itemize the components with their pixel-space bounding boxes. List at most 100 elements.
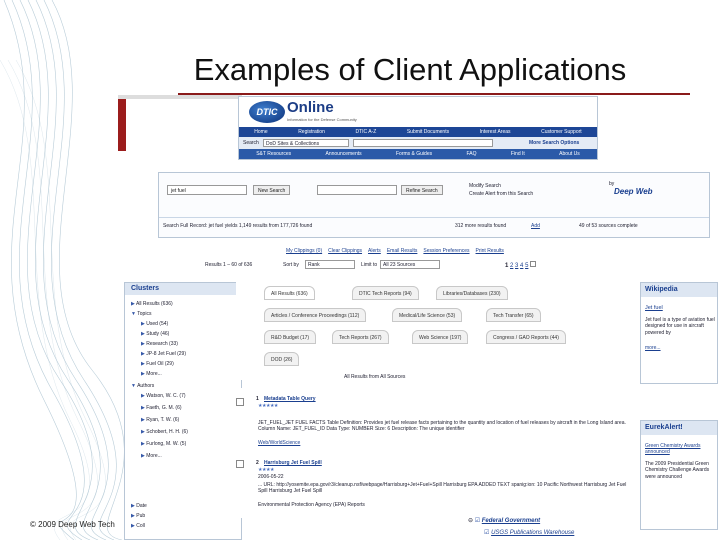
subnav-st-resources[interactable]: S&T Resources: [256, 151, 291, 157]
sort-select[interactable]: Rank: [305, 260, 355, 269]
dtic-search-input[interactable]: [353, 139, 493, 147]
dtic-search-select[interactable]: DoD Sites & Collections: [263, 139, 349, 147]
copyright-notice: © 2009 Deep Web Tech: [30, 520, 115, 529]
nav-interest-areas[interactable]: Interest Areas: [480, 129, 511, 135]
coll-cluster[interactable]: ▶ Coll: [131, 523, 145, 529]
tab-medical-life-science[interactable]: Medical/Life Science (53): [392, 308, 463, 322]
subnav-faq[interactable]: FAQ: [467, 151, 477, 157]
query-input[interactable]: jet fuel: [167, 185, 247, 195]
author-item[interactable]: ▶ Faeth, G. M. (6): [141, 405, 182, 411]
tab-rd-budget[interactable]: R&D Budget (17): [264, 330, 317, 344]
dtic-tagline: Information for the Defense Community: [287, 117, 357, 122]
nav-customer-support[interactable]: Customer Support: [541, 129, 582, 135]
page-4[interactable]: 4: [520, 263, 523, 269]
topic-item[interactable]: ▶ Study (46): [141, 331, 169, 337]
dtic-more-options-link[interactable]: More Search Options: [529, 140, 579, 146]
my-clippings-link[interactable]: My Clippings (0): [286, 248, 322, 254]
author-item[interactable]: ▶ Furlong, M. W. (5): [141, 441, 186, 447]
cluster-expand-icon: ▶: [131, 513, 135, 519]
wikipedia-article-link[interactable]: Jet fuel: [645, 305, 663, 312]
add-sources-link[interactable]: Add: [531, 223, 540, 229]
session-preferences-link[interactable]: Session Preferences: [423, 248, 469, 254]
nav-home[interactable]: Home: [254, 129, 267, 135]
result-snippet: ... URL: http://yosemite.epa.gov/r3/clea…: [258, 482, 627, 495]
deepweb-divider: [159, 217, 709, 218]
federal-government-row[interactable]: ⊖ ☑ Federal Government: [468, 518, 540, 526]
eurekalert-article-link[interactable]: Green Chemistry Awards announced: [645, 443, 715, 456]
email-results-link[interactable]: Email Results: [387, 248, 418, 254]
dtic-logo[interactable]: DTIC: [249, 101, 285, 123]
cluster-collapse-icon: ▼: [131, 311, 136, 317]
tab-dtic-tech-reports[interactable]: DTIC Tech Reports (94): [352, 286, 419, 300]
author-item[interactable]: ▶ Ryan, T. W. (6): [141, 417, 179, 423]
subnav-forms-guides[interactable]: Forms & Guides: [396, 151, 432, 157]
cluster-expand-icon: ▶: [131, 523, 135, 529]
nav-registration[interactable]: Registration: [298, 129, 325, 135]
coll-cluster-label: Coll: [136, 523, 145, 529]
topic-item[interactable]: ▶ JP-8 Jet Fuel (29): [141, 351, 186, 357]
sort-label: Sort by: [283, 262, 299, 268]
result-number: 1: [256, 396, 259, 402]
result-checkbox[interactable]: [236, 398, 244, 406]
checkbox-icon[interactable]: ☑: [484, 530, 489, 536]
author-item[interactable]: ▶ Watson, W. C. (7): [141, 393, 186, 399]
usgs-row[interactable]: ☑ USGS Publications Warehouse: [484, 530, 574, 538]
subnav-find-it[interactable]: Find It: [511, 151, 525, 157]
federal-government-link[interactable]: Federal Government: [482, 518, 540, 524]
tab-dod[interactable]: DOD (26): [264, 352, 300, 366]
tab-libraries-databases[interactable]: Libraries/Databases (230): [436, 286, 508, 300]
date-cluster[interactable]: ▶ Date: [131, 503, 147, 509]
result-number: 2: [256, 460, 259, 466]
collapse-icon[interactable]: ⊖: [468, 518, 473, 524]
page-3[interactable]: 3: [515, 263, 518, 269]
cluster-expand-icon: ▶: [131, 301, 135, 307]
tab-congress-gao[interactable]: Congress / GAO Reports (44): [486, 330, 566, 344]
topic-label: JP-8 Jet Fuel (29): [146, 351, 186, 357]
result-source-link[interactable]: Web/WorldScience: [258, 440, 300, 446]
print-results-link[interactable]: Print Results: [476, 248, 504, 254]
tab-tech-reports[interactable]: Tech Reports (267): [332, 330, 389, 344]
result-checkbox[interactable]: [236, 460, 244, 468]
clear-clippings-link[interactable]: Clear Clippings: [328, 248, 362, 254]
authors-cluster[interactable]: ▼ Authors: [131, 383, 154, 389]
page-2[interactable]: 2: [510, 263, 513, 269]
result-source: Environmental Protection Agency (EPA) Re…: [258, 502, 365, 508]
next-page-icon[interactable]: [530, 261, 537, 267]
nav-dtic-a-z[interactable]: DTIC A-Z: [355, 129, 376, 135]
author-item[interactable]: ▶ Schobert, H. H. (6): [141, 429, 188, 435]
limit-select[interactable]: All 23 Sources: [380, 260, 440, 269]
dtic-search-label: Search: [243, 140, 259, 146]
wikipedia-more-link[interactable]: more...: [645, 345, 661, 351]
topic-item[interactable]: ▶ Research (33): [141, 341, 178, 347]
author-more[interactable]: ▶ More...: [141, 453, 162, 459]
result-title-link[interactable]: Metadata Table Query: [264, 396, 316, 402]
tab-articles-conference[interactable]: Articles / Conference Proceedings (112): [264, 308, 367, 322]
pub-cluster[interactable]: ▶ Pub: [131, 513, 145, 519]
result-snippet: JET_FUEL_JET FUEL FACTS Table Definition…: [258, 420, 626, 433]
sources-complete-text: 49 of 53 sources complete: [579, 223, 638, 229]
tab-tech-transfer[interactable]: Tech Transfer (65): [486, 308, 541, 322]
topic-item[interactable]: ▶ Fuel Oil (29): [141, 361, 174, 367]
usgs-publications-link[interactable]: USGS Publications Warehouse: [491, 530, 574, 536]
create-alert-link[interactable]: Create Alert from this Search: [469, 191, 533, 197]
page-5[interactable]: 5: [525, 263, 528, 269]
checkbox-icon[interactable]: ☑: [475, 518, 480, 524]
subnav-announcements[interactable]: Announcements: [325, 151, 361, 157]
topic-item[interactable]: ▶ Used (54): [141, 321, 168, 327]
eurekalert-snippet: The 2009 Presidential Green Chemistry Ch…: [645, 461, 710, 480]
all-results-cluster[interactable]: ▶ All Results (636): [131, 301, 173, 307]
modify-search-link[interactable]: Modify Search: [469, 183, 501, 189]
topic-more[interactable]: ▶ More...: [141, 371, 162, 377]
topics-cluster[interactable]: ▼ Topics: [131, 311, 151, 317]
alerts-link[interactable]: Alerts: [368, 248, 381, 254]
tab-web-science[interactable]: Web Science (197): [412, 330, 469, 344]
page-1[interactable]: 1: [505, 263, 508, 269]
dtic-online-text: Online: [287, 99, 334, 116]
tab-all-results[interactable]: All Results (636): [264, 286, 315, 300]
new-search-button[interactable]: New Search: [253, 185, 291, 195]
nav-submit-documents[interactable]: Submit Documents: [407, 129, 449, 135]
refine-search-button[interactable]: Refine Search: [401, 185, 443, 195]
subnav-about-us[interactable]: About Us: [559, 151, 580, 157]
result-title-link[interactable]: Harrisburg Jet Fuel Spill: [264, 460, 322, 466]
refine-input[interactable]: [317, 185, 397, 195]
